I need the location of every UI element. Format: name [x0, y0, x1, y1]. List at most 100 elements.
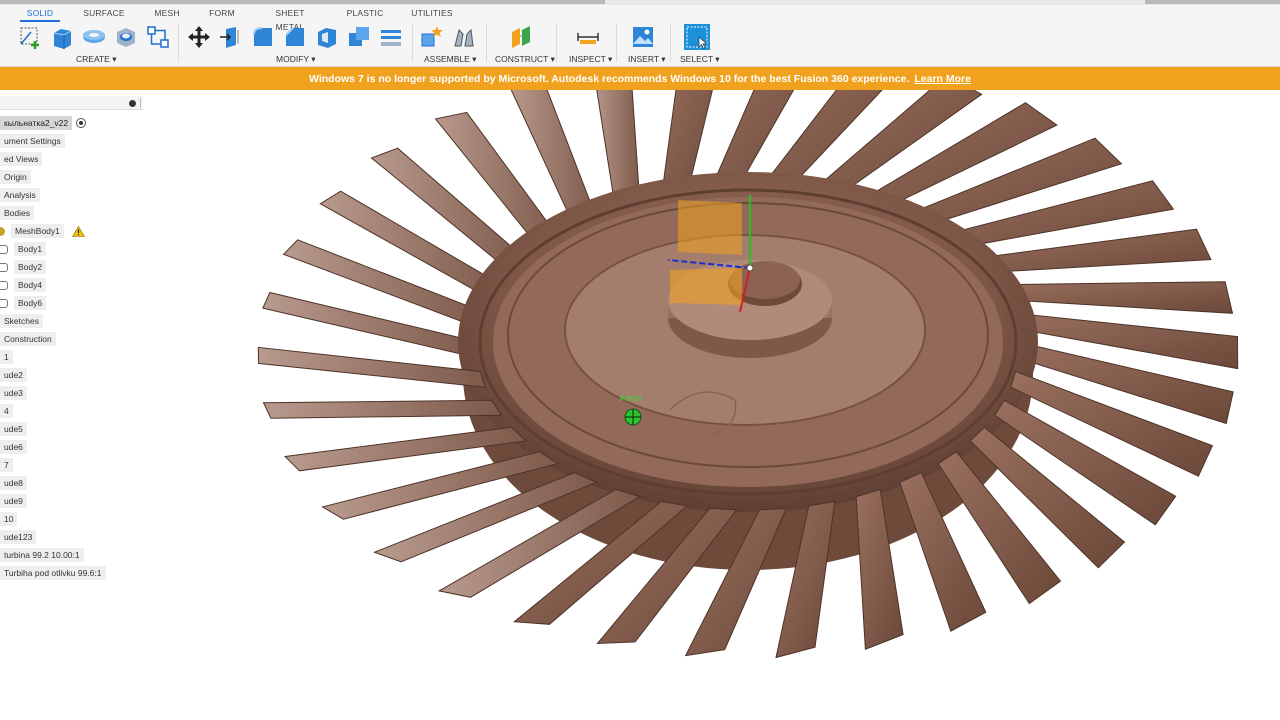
browser-item-label: 1 — [0, 350, 13, 364]
press-pull-icon[interactable] — [217, 22, 245, 52]
browser-item[interactable]: 4 — [0, 403, 13, 419]
browser-item-label: Turbiha pod otlivku 99.6:1 — [0, 566, 106, 580]
tab-surface[interactable]: SURFACE — [80, 6, 128, 22]
hole-icon[interactable] — [112, 22, 140, 52]
tab-plastic[interactable]: PLASTIC — [343, 6, 387, 22]
select-menu[interactable]: SELECT ▾ — [680, 54, 720, 65]
browser-item-label: MeshBody1 — [11, 224, 64, 238]
browser-item-label: ed Views — [0, 152, 43, 166]
mesh-body-icon — [0, 227, 5, 237]
browser-item[interactable]: Turbiha pod otlivku 99.6:1 — [0, 565, 106, 581]
browser-item-label: 10 — [0, 512, 18, 526]
banner-message: Windows 7 is no longer supported by Micr… — [309, 72, 910, 85]
browser-item-label: Bodies — [0, 206, 34, 220]
browser-item[interactable]: 7 — [0, 457, 13, 473]
browser-item[interactable]: ude123 — [0, 529, 37, 545]
browser-item-label: ude9 — [0, 494, 27, 508]
fillet-icon[interactable] — [249, 22, 277, 52]
browser-item-label: Sketches — [0, 314, 43, 328]
pattern-icon[interactable] — [144, 22, 172, 52]
create-sketch-icon[interactable] — [16, 22, 44, 52]
revolve-icon[interactable] — [80, 22, 108, 52]
browser-item-label: ude5 — [0, 422, 27, 436]
divider — [140, 98, 141, 108]
browser-item[interactable]: ed Views — [0, 151, 43, 167]
browser-item[interactable]: turbina 99.2 10.00:1 — [0, 547, 84, 563]
insert-image-icon[interactable] — [629, 22, 657, 52]
new-component-icon[interactable] — [418, 22, 446, 52]
chamfer-icon[interactable] — [281, 22, 309, 52]
modify-menu[interactable]: MODIFY ▾ — [276, 54, 316, 65]
browser-item-meshbody[interactable]: MeshBody1 — [0, 223, 86, 239]
learn-more-link[interactable]: Learn More — [914, 73, 971, 85]
offset-plane-icon[interactable] — [507, 22, 535, 52]
activate-radio-icon[interactable] — [76, 117, 87, 128]
measure-icon[interactable] — [574, 22, 602, 52]
browser-item[interactable]: 10 — [0, 511, 18, 527]
tab-utilities[interactable]: UTILITIES — [410, 6, 454, 22]
move-icon[interactable] — [185, 22, 213, 52]
browser-item[interactable]: ude9 — [0, 493, 27, 509]
browser-item[interactable]: Body2 — [0, 259, 47, 275]
browser-item-label: ude6 — [0, 440, 27, 454]
body-icon — [0, 281, 8, 291]
body-icon — [0, 299, 8, 309]
browser-item[interactable]: ument Settings — [0, 133, 65, 149]
browser-item-label: ude8 — [0, 476, 27, 490]
replace-face-icon[interactable] — [377, 22, 405, 52]
browser-item[interactable]: ude6 — [0, 439, 27, 455]
body-icon — [0, 263, 8, 273]
select-icon[interactable] — [683, 22, 711, 52]
browser-item[interactable]: ude8 — [0, 475, 27, 491]
browser-item[interactable]: Origin — [0, 169, 31, 185]
browser-item[interactable]: 1 — [0, 349, 13, 365]
document-name: кыльнатка2_v22 — [0, 116, 73, 130]
browser-item[interactable]: Construction — [0, 331, 56, 347]
browser-item[interactable]: ude2 — [0, 367, 27, 383]
browser-item-label: Construction — [0, 332, 56, 346]
combine-icon[interactable] — [345, 22, 373, 52]
browser-header — [0, 96, 143, 110]
browser-item-label: Body2 — [14, 260, 47, 274]
assemble-menu[interactable]: ASSEMBLE ▾ — [424, 54, 476, 65]
turbine-blade — [262, 399, 503, 419]
extrude-icon[interactable] — [48, 22, 76, 52]
tab-mesh[interactable]: MESH — [150, 6, 184, 22]
tab-form[interactable]: FORM — [205, 6, 239, 22]
title-strip — [0, 0, 1280, 5]
browser-item[interactable]: Sketches — [0, 313, 43, 329]
divider — [486, 24, 487, 62]
shell-icon[interactable] — [313, 22, 341, 52]
toolbar-ribbon: SOLID SURFACE MESH FORM SHEET METAL PLAS… — [0, 0, 1280, 67]
tab-sheet-metal[interactable]: SHEET METAL — [260, 6, 320, 32]
joint-icon[interactable] — [450, 22, 478, 52]
body-icon — [0, 245, 8, 255]
browser-item[interactable]: Bodies — [0, 205, 34, 221]
browser-item-label: Body6 — [14, 296, 47, 310]
inspect-menu[interactable]: INSPECT ▾ — [569, 54, 612, 65]
warning-icon[interactable] — [72, 226, 86, 238]
browser-item-label: ude123 — [0, 530, 37, 544]
browser-item[interactable]: Body1 — [0, 241, 47, 257]
browser-item[interactable]: Body4 — [0, 277, 47, 293]
tab-solid[interactable]: SOLID — [20, 6, 60, 22]
document-node[interactable]: кыльнатка2_v22 — [0, 115, 87, 131]
fusion360-window: SOLID SURFACE MESH FORM SHEET METAL PLAS… — [0, 0, 1280, 720]
browser-item[interactable]: Analysis — [0, 187, 40, 203]
browser-item[interactable]: ude5 — [0, 421, 27, 437]
browser-item[interactable]: ude3 — [0, 385, 27, 401]
construct-menu[interactable]: CONSTRUCT ▾ — [495, 54, 555, 65]
insert-menu[interactable]: INSERT ▾ — [628, 54, 666, 65]
browser-pin-icon[interactable] — [129, 100, 136, 107]
3d-viewport[interactable]: PIVOT — [150, 90, 1280, 720]
create-menu[interactable]: CREATE ▾ — [76, 54, 116, 65]
divider — [178, 24, 179, 62]
browser-item[interactable]: Body6 — [0, 295, 47, 311]
turbine-model[interactable] — [150, 90, 1280, 720]
browser-panel: кыльнатка2_v22 ument Settings ed Views O… — [0, 94, 150, 594]
browser-item-label: Body4 — [14, 278, 47, 292]
browser-item-label: Origin — [0, 170, 31, 184]
divider — [616, 24, 617, 62]
browser-item-label: turbina 99.2 10.00:1 — [0, 548, 84, 562]
browser-item-label: Body1 — [14, 242, 47, 256]
